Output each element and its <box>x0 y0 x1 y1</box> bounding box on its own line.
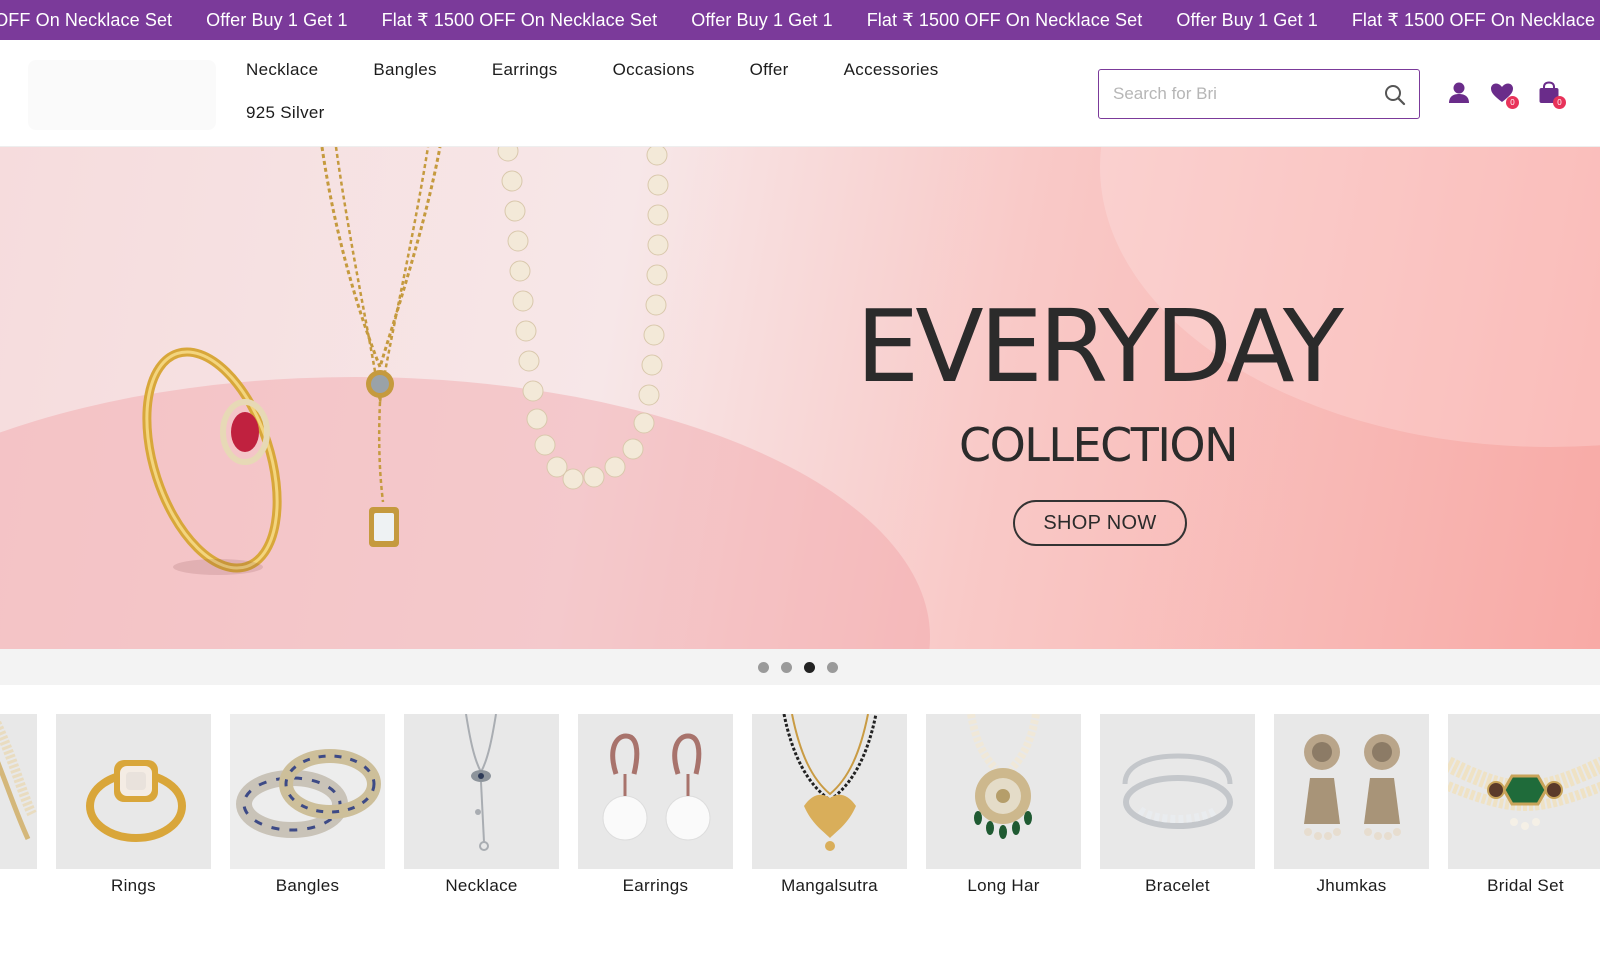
ticker-item: Offer Buy 1 Get 1 <box>1176 9 1318 30</box>
category-tile-mangalsutra[interactable]: Mangalsutra <box>752 714 907 898</box>
hero-title: EVERYDAY <box>856 288 1344 405</box>
hero-jewelry-image <box>142 147 669 575</box>
category-tile-necklace[interactable]: Necklace <box>404 714 559 898</box>
bracelet-image <box>1100 714 1255 869</box>
user-icon <box>1449 82 1469 103</box>
nav-item-necklace[interactable]: Necklace <box>246 58 318 82</box>
account-button[interactable] <box>1446 80 1472 106</box>
category-tile-bangles[interactable]: Bangles <box>230 714 385 898</box>
shop-now-button[interactable]: SHOP NOW <box>1013 500 1187 546</box>
category-label: Earrings <box>622 876 689 895</box>
search-input[interactable] <box>1113 80 1373 108</box>
carousel-dot-1[interactable] <box>758 662 769 673</box>
bangles-image <box>230 714 385 869</box>
nav-item-offer[interactable]: Offer <box>750 58 789 82</box>
category-tile-long-har[interactable]: Long Har <box>926 714 1081 898</box>
necklace-image <box>0 714 37 869</box>
site-header: Necklace Bangles Earrings Occasions Offe… <box>0 40 1600 147</box>
carousel-dot-2[interactable] <box>781 662 792 673</box>
category-label: Long Har <box>967 876 1040 895</box>
carousel-indicator-bar <box>0 649 1600 685</box>
bridal-set-image <box>1448 714 1600 869</box>
ticker-item: ₹ 1500 OFF On Necklace Set <box>0 9 173 30</box>
category-label: Bracelet <box>1145 876 1210 895</box>
nav-item-occasions[interactable]: Occasions <box>613 58 695 82</box>
carousel-dot-3[interactable] <box>804 662 815 673</box>
category-label: Jhumkas <box>1316 876 1387 895</box>
carousel-dot-4[interactable] <box>827 662 838 673</box>
ring-image <box>56 714 211 869</box>
search-box <box>1098 69 1420 119</box>
cart-count-badge: 0 <box>1553 96 1566 109</box>
hero-subtitle: COLLECTION <box>958 418 1239 472</box>
nav-item-925-silver[interactable]: 925 Silver <box>246 101 325 125</box>
category-tile[interactable] <box>0 714 37 874</box>
earrings-image <box>578 714 733 869</box>
carousel-dots <box>758 662 838 673</box>
brand-logo[interactable] <box>28 60 216 130</box>
hero-banner[interactable]: EVERYDAY COLLECTION SHOP NOW <box>0 147 1600 649</box>
wishlist-button[interactable]: 0 <box>1489 80 1519 109</box>
category-tile-bracelet[interactable]: Bracelet <box>1100 714 1255 898</box>
ticker-item: Offer Buy 1 Get 1 <box>691 9 833 30</box>
category-tile-earrings[interactable]: Earrings <box>578 714 733 898</box>
necklace-image <box>404 714 559 869</box>
category-tile-bridal-set[interactable]: Bridal Set <box>1448 714 1600 898</box>
jhumkas-image <box>1274 714 1429 869</box>
category-label: Necklace <box>445 876 518 895</box>
mangalsutra-image <box>752 714 907 869</box>
ticker-item: Offer Buy 1 Get 1 <box>206 9 348 30</box>
category-strip: Rings Bangles Necklace Earrings Mangalsu… <box>0 714 1600 914</box>
cart-button[interactable]: 0 <box>1536 80 1566 109</box>
category-label: Bridal Set <box>1487 876 1564 895</box>
category-tile-jhumkas[interactable]: Jhumkas <box>1274 714 1429 898</box>
category-tile-rings[interactable]: Rings <box>56 714 211 898</box>
search-icon[interactable] <box>1383 83 1407 107</box>
nav-item-accessories[interactable]: Accessories <box>844 58 939 82</box>
category-label: Rings <box>111 876 156 895</box>
nav-item-bangles[interactable]: Bangles <box>373 58 437 82</box>
ticker-item: Flat ₹ 1500 OFF On Necklace Set <box>381 9 658 30</box>
offer-ticker: ₹ 1500 OFF On Necklace Set Offer Buy 1 G… <box>0 0 1600 40</box>
category-label: Bangles <box>275 876 340 895</box>
nav-item-earrings[interactable]: Earrings <box>492 58 558 82</box>
main-nav: Necklace Bangles Earrings Occasions Offe… <box>246 58 1006 125</box>
ticker-item: Flat ₹ 1500 OFF On Necklace Set <box>1351 9 1600 30</box>
ticker-item: Flat ₹ 1500 OFF On Necklace Set <box>866 9 1143 30</box>
long-har-image <box>926 714 1081 869</box>
wishlist-count-badge: 0 <box>1506 96 1519 109</box>
category-label: Mangalsutra <box>781 876 878 895</box>
